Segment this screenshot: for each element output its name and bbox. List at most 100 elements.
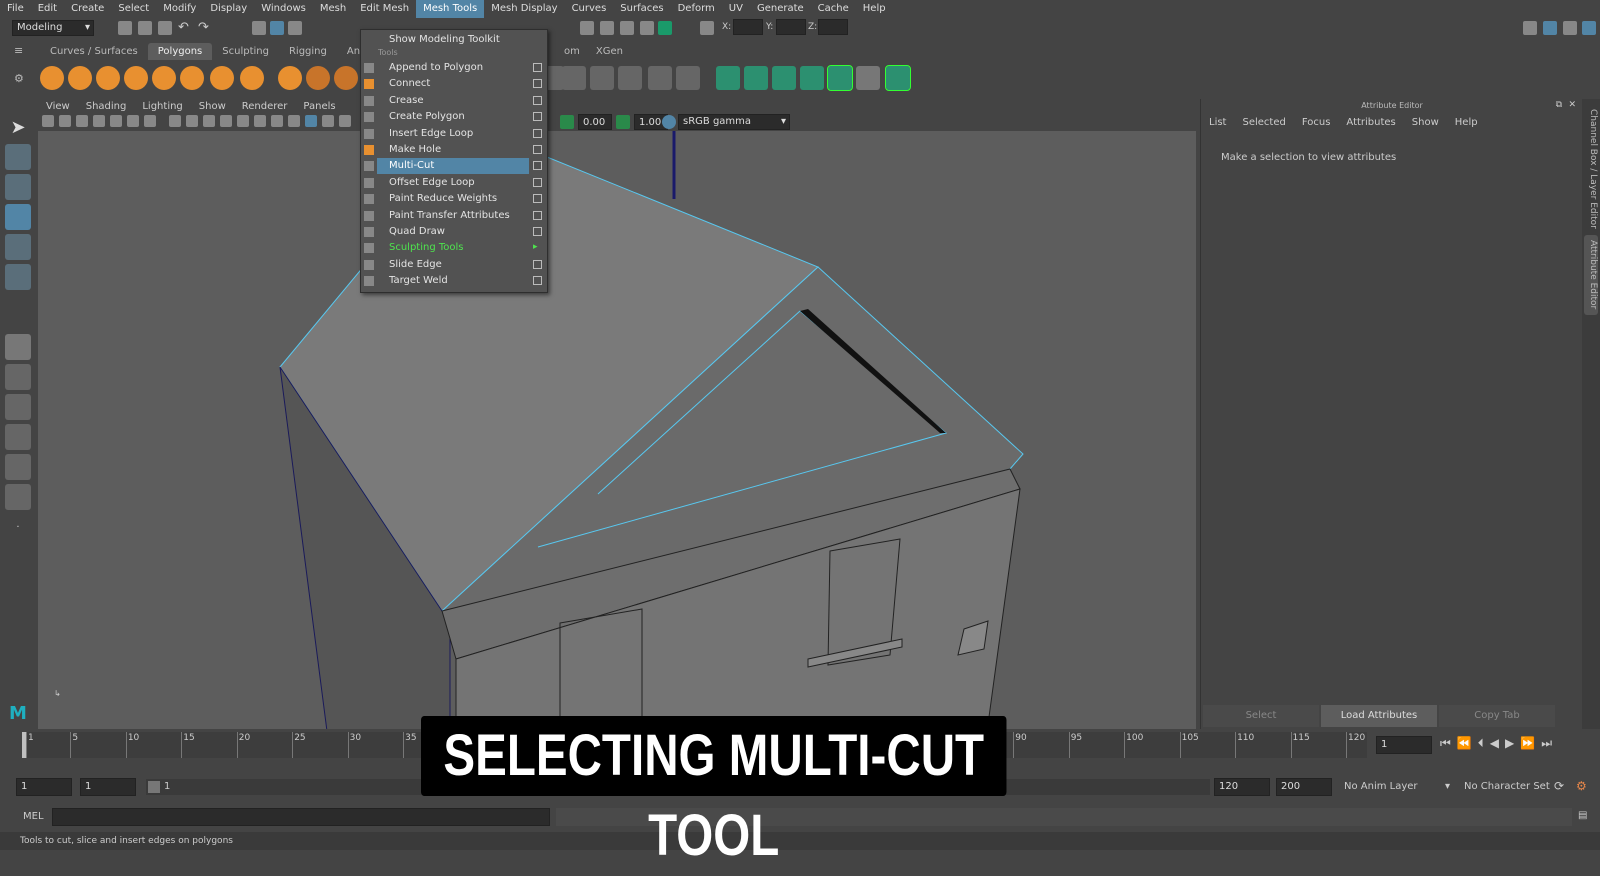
menu-generate[interactable]: Generate (750, 0, 811, 18)
move-tool-icon[interactable] (5, 204, 31, 230)
viewport-toolbar-icon[interactable] (339, 115, 351, 127)
open-scene-icon[interactable] (138, 21, 152, 35)
option-box-icon[interactable] (533, 259, 542, 269)
panel-menu-show[interactable]: Show (191, 101, 234, 112)
ipr-render-icon[interactable] (600, 21, 614, 35)
more-layouts-icon[interactable]: · (5, 514, 31, 540)
grid-snap-icon[interactable] (700, 21, 714, 35)
menu-windows[interactable]: Windows (254, 0, 313, 18)
menu-item-paint-transfer-attributes[interactable]: Paint Transfer Attributes (377, 208, 529, 224)
panel-menu-view[interactable]: View (38, 101, 78, 112)
menu-item-quad-draw[interactable]: Quad Draw (377, 224, 529, 240)
viewport-toolbar-icon[interactable] (186, 115, 198, 127)
anim-layer-select[interactable]: No Anim Layer ▾ (1340, 779, 1452, 795)
option-box-icon[interactable] (533, 276, 542, 286)
submenu-arrow-icon[interactable]: ▸ (533, 243, 542, 252)
step-back-key-icon[interactable]: ⏪ (1457, 736, 1472, 751)
viewport-toolbar-icon[interactable] (93, 115, 105, 127)
menu-item-make-hole[interactable]: Make Hole (377, 142, 529, 158)
go-to-start-icon[interactable]: ⏮ (1440, 736, 1451, 751)
menu-help[interactable]: Help (856, 0, 893, 18)
polygon-primitive-icon[interactable] (240, 66, 264, 90)
polygon-primitive-icon[interactable] (334, 66, 358, 90)
polygon-primitive-icon[interactable] (152, 66, 176, 90)
outliner-layout-icon[interactable] (5, 424, 31, 450)
animation-end-field[interactable]: 200 (1276, 778, 1332, 796)
menu-item-multi-cut[interactable]: Multi-Cut (377, 158, 529, 175)
menu-item-create-polygon[interactable]: Create Polygon (377, 109, 529, 125)
panel-menu-lighting[interactable]: Lighting (134, 101, 190, 112)
render-view-icon[interactable] (658, 21, 672, 35)
menu-uv[interactable]: UV (722, 0, 750, 18)
option-box-icon[interactable] (533, 161, 542, 171)
polygon-primitive-icon[interactable] (40, 66, 64, 90)
menu-item-sculpting-tools[interactable]: Sculpting Tools (377, 240, 529, 256)
play-forward-icon[interactable]: ▶ (1505, 736, 1514, 751)
show-modeling-toolkit-item[interactable]: Show Modeling Toolkit (377, 32, 529, 48)
edit-mesh-tool-icon[interactable] (827, 65, 853, 91)
viewport-toolbar-icon[interactable] (59, 115, 71, 127)
anim-prefs-icon[interactable]: ⚙ (1576, 779, 1587, 793)
play-back-icon[interactable]: ◀ (1490, 736, 1499, 751)
copy-tab-button[interactable]: Copy Tab (1439, 705, 1555, 727)
option-box-icon[interactable] (533, 128, 542, 138)
select-hierarchy-icon[interactable] (252, 21, 266, 35)
viewport-toolbar-icon[interactable] (203, 115, 215, 127)
workspace-select[interactable]: Modeling ▾ (12, 20, 94, 36)
viewport-toolbar-icon[interactable] (220, 115, 232, 127)
panel-menu-shading[interactable]: Shading (78, 101, 135, 112)
exposure-icon[interactable] (560, 115, 574, 129)
option-box-icon[interactable] (533, 210, 542, 220)
viewport-toolbar-icon[interactable] (237, 115, 249, 127)
viewport-toolbar-icon[interactable] (76, 115, 88, 127)
viewport-toolbar-icon[interactable] (169, 115, 181, 127)
option-box-icon[interactable] (533, 177, 542, 187)
viewport-toolbar-icon[interactable] (271, 115, 283, 127)
menu-edit[interactable]: Edit (31, 0, 64, 18)
panel-menu-panels[interactable]: Panels (295, 101, 343, 112)
save-scene-icon[interactable] (158, 21, 172, 35)
menu-surfaces[interactable]: Surfaces (613, 0, 670, 18)
option-box-icon[interactable] (533, 194, 542, 204)
shelf-menu-icon[interactable]: ≡ (14, 44, 28, 58)
tab-xgen[interactable]: XGen (588, 43, 631, 60)
polygon-primitive-icon[interactable] (180, 66, 204, 90)
single-perspective-layout-icon[interactable] (5, 334, 31, 360)
menu-mesh-display[interactable]: Mesh Display (484, 0, 564, 18)
menu-display[interactable]: Display (203, 0, 254, 18)
tab-curves-surfaces[interactable]: Curves / Surfaces (40, 43, 148, 60)
range-handle[interactable] (148, 781, 160, 793)
four-view-layout-icon[interactable] (5, 364, 31, 390)
viewport-toolbar-icon[interactable] (288, 115, 300, 127)
colorspace-select[interactable]: sRGB gamma ▾ (678, 114, 790, 130)
playback-start-field[interactable]: 1 (80, 778, 136, 796)
mesh-operation-icon[interactable] (676, 66, 700, 90)
option-box-icon[interactable] (533, 95, 542, 105)
mel-label[interactable]: MEL (23, 811, 44, 822)
mesh-operation-icon[interactable] (562, 66, 586, 90)
option-box-icon[interactable] (533, 112, 542, 122)
edit-mesh-tool-icon[interactable] (716, 66, 740, 90)
panel-menu-renderer[interactable]: Renderer (234, 101, 296, 112)
z-field[interactable] (818, 19, 848, 35)
viewport-toolbar-icon[interactable] (254, 115, 266, 127)
edit-mesh-tool-icon[interactable] (772, 66, 796, 90)
layout-icon[interactable] (1523, 21, 1537, 35)
viewport-toolbar-icon[interactable] (110, 115, 122, 127)
mel-input[interactable] (52, 808, 550, 826)
exposure-field[interactable]: 0.00 (578, 114, 612, 130)
rotate-tool-icon[interactable] (5, 234, 31, 260)
color-management-icon[interactable] (662, 115, 676, 129)
editor-layout-icon[interactable] (5, 484, 31, 510)
current-frame-field[interactable]: 1 (1376, 736, 1432, 754)
shelf-settings-icon[interactable]: ⚙ (14, 72, 28, 86)
perspective-viewport[interactable]: ↳ (38, 99, 1196, 729)
menu-item-crease[interactable]: Crease (377, 93, 529, 109)
tab-om[interactable]: om (556, 43, 588, 60)
load-attributes-button[interactable]: Load Attributes (1321, 705, 1437, 727)
paint-select-tool-icon[interactable] (5, 174, 31, 200)
viewport-toolbar-icon[interactable] (322, 115, 334, 127)
menu-deform[interactable]: Deform (671, 0, 722, 18)
viewport-toolbar-icon[interactable] (127, 115, 139, 127)
menu-select[interactable]: Select (111, 0, 156, 18)
